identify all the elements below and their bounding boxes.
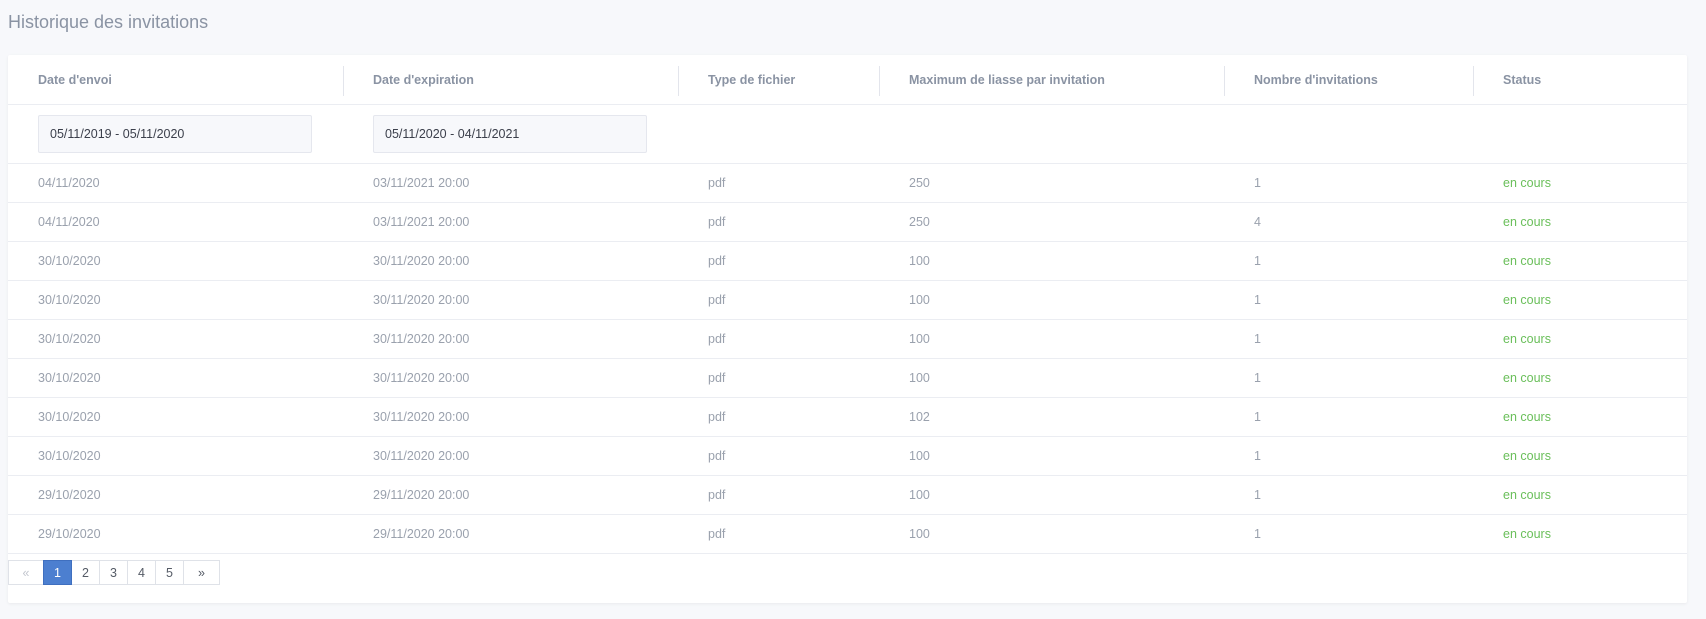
cell-date-expiration: 30/11/2020 20:00 [373,332,470,346]
status-badge: en cours [1503,527,1551,541]
cell-maximum-liasse: 102 [909,410,930,424]
cell-date-expiration: 30/11/2020 20:00 [373,410,470,424]
cell-nombre-invitations: 1 [1254,410,1261,424]
cell-maximum-liasse: 100 [909,449,930,463]
column-divider [1473,66,1474,96]
table-row: 29/10/2020 29/11/2020 20:00 pdf 100 1 en… [8,515,1687,554]
table-row: 30/10/2020 30/11/2020 20:00 pdf 100 1 en… [8,437,1687,476]
column-divider [678,66,679,96]
cell-type-fichier: pdf [708,449,726,463]
cell-date-expiration: 03/11/2021 20:00 [373,176,470,190]
cell-nombre-invitations: 1 [1254,332,1261,346]
column-header-status[interactable]: Status [1503,55,1541,104]
cell-nombre-invitations: 1 [1254,488,1261,502]
cell-date-expiration: 30/11/2020 20:00 [373,293,470,307]
pagination-page-4[interactable]: 4 [127,560,156,585]
status-badge: en cours [1503,176,1551,190]
cell-maximum-liasse: 100 [909,293,930,307]
cell-date-envoi: 04/11/2020 [38,176,100,190]
cell-type-fichier: pdf [708,527,726,541]
cell-date-expiration: 03/11/2021 20:00 [373,215,470,229]
cell-date-envoi: 30/10/2020 [38,449,101,463]
table-row: 30/10/2020 30/11/2020 20:00 pdf 102 1 en… [8,398,1687,437]
pagination-page-1[interactable]: 1 [43,560,72,585]
cell-date-expiration: 30/11/2020 20:00 [373,371,470,385]
cell-nombre-invitations: 1 [1254,254,1261,268]
cell-date-envoi: 30/10/2020 [38,371,101,385]
cell-date-envoi: 30/10/2020 [38,254,101,268]
table-row: 30/10/2020 30/11/2020 20:00 pdf 100 1 en… [8,281,1687,320]
sent-date-range-filter[interactable] [38,115,312,153]
cell-date-envoi: 30/10/2020 [38,332,101,346]
pagination: « 1 2 3 4 5 » [8,560,220,585]
cell-nombre-invitations: 4 [1254,215,1261,229]
cell-maximum-liasse: 100 [909,332,930,346]
column-divider [879,66,880,96]
status-badge: en cours [1503,449,1551,463]
cell-type-fichier: pdf [708,215,726,229]
pagination-page-3[interactable]: 3 [99,560,128,585]
cell-nombre-invitations: 1 [1254,527,1261,541]
cell-maximum-liasse: 250 [909,176,930,190]
cell-nombre-invitations: 1 [1254,293,1261,307]
table-row: 30/10/2020 30/11/2020 20:00 pdf 100 1 en… [8,320,1687,359]
column-header-type-fichier[interactable]: Type de fichier [708,55,795,104]
column-divider [1224,66,1225,96]
status-badge: en cours [1503,293,1551,307]
status-badge: en cours [1503,410,1551,424]
cell-date-envoi: 04/11/2020 [38,215,100,229]
pagination-next-button[interactable]: » [183,560,220,585]
cell-nombre-invitations: 1 [1254,371,1261,385]
table-row: 04/11/2020 03/11/2021 20:00 pdf 250 1 en… [8,164,1687,203]
cell-date-envoi: 30/10/2020 [38,293,101,307]
column-header-maximum-liasse[interactable]: Maximum de liasse par invitation [909,55,1105,104]
table-row: 29/10/2020 29/11/2020 20:00 pdf 100 1 en… [8,476,1687,515]
cell-maximum-liasse: 100 [909,488,930,502]
cell-maximum-liasse: 100 [909,254,930,268]
pagination-page-2[interactable]: 2 [71,560,100,585]
status-badge: en cours [1503,371,1551,385]
invitations-table-card: Date d'envoi Date d'expiration Type de f… [8,55,1687,603]
cell-nombre-invitations: 1 [1254,176,1261,190]
cell-type-fichier: pdf [708,410,726,424]
status-badge: en cours [1503,254,1551,268]
expiry-date-range-filter[interactable] [373,115,647,153]
page-title: Historique des invitations [8,12,209,32]
table-row: 30/10/2020 30/11/2020 20:00 pdf 100 1 en… [8,242,1687,281]
cell-nombre-invitations: 1 [1254,449,1261,463]
cell-date-expiration: 29/11/2020 20:00 [373,488,470,502]
cell-type-fichier: pdf [708,488,726,502]
column-header-nombre-invitations[interactable]: Nombre d'invitations [1254,55,1378,104]
column-header-date-expiration[interactable]: Date d'expiration [373,55,474,104]
table-row: 04/11/2020 03/11/2021 20:00 pdf 250 4 en… [8,203,1687,242]
table-row: 30/10/2020 30/11/2020 20:00 pdf 100 1 en… [8,359,1687,398]
cell-type-fichier: pdf [708,293,726,307]
cell-date-envoi: 29/10/2020 [38,488,101,502]
cell-type-fichier: pdf [708,254,726,268]
cell-date-expiration: 30/11/2020 20:00 [373,254,470,268]
cell-date-expiration: 30/11/2020 20:00 [373,449,470,463]
cell-type-fichier: pdf [708,176,726,190]
pagination-prev-button[interactable]: « [8,560,44,585]
table-header-row: Date d'envoi Date d'expiration Type de f… [8,55,1687,105]
cell-date-envoi: 30/10/2020 [38,410,101,424]
cell-type-fichier: pdf [708,371,726,385]
table-filter-row [8,105,1687,164]
status-badge: en cours [1503,332,1551,346]
column-divider [343,66,344,96]
pagination-page-5[interactable]: 5 [155,560,184,585]
cell-date-envoi: 29/10/2020 [38,527,101,541]
cell-type-fichier: pdf [708,332,726,346]
cell-maximum-liasse: 100 [909,527,930,541]
status-badge: en cours [1503,488,1551,502]
cell-date-expiration: 29/11/2020 20:00 [373,527,470,541]
column-header-date-envoi[interactable]: Date d'envoi [38,55,112,104]
cell-maximum-liasse: 250 [909,215,930,229]
status-badge: en cours [1503,215,1551,229]
cell-maximum-liasse: 100 [909,371,930,385]
